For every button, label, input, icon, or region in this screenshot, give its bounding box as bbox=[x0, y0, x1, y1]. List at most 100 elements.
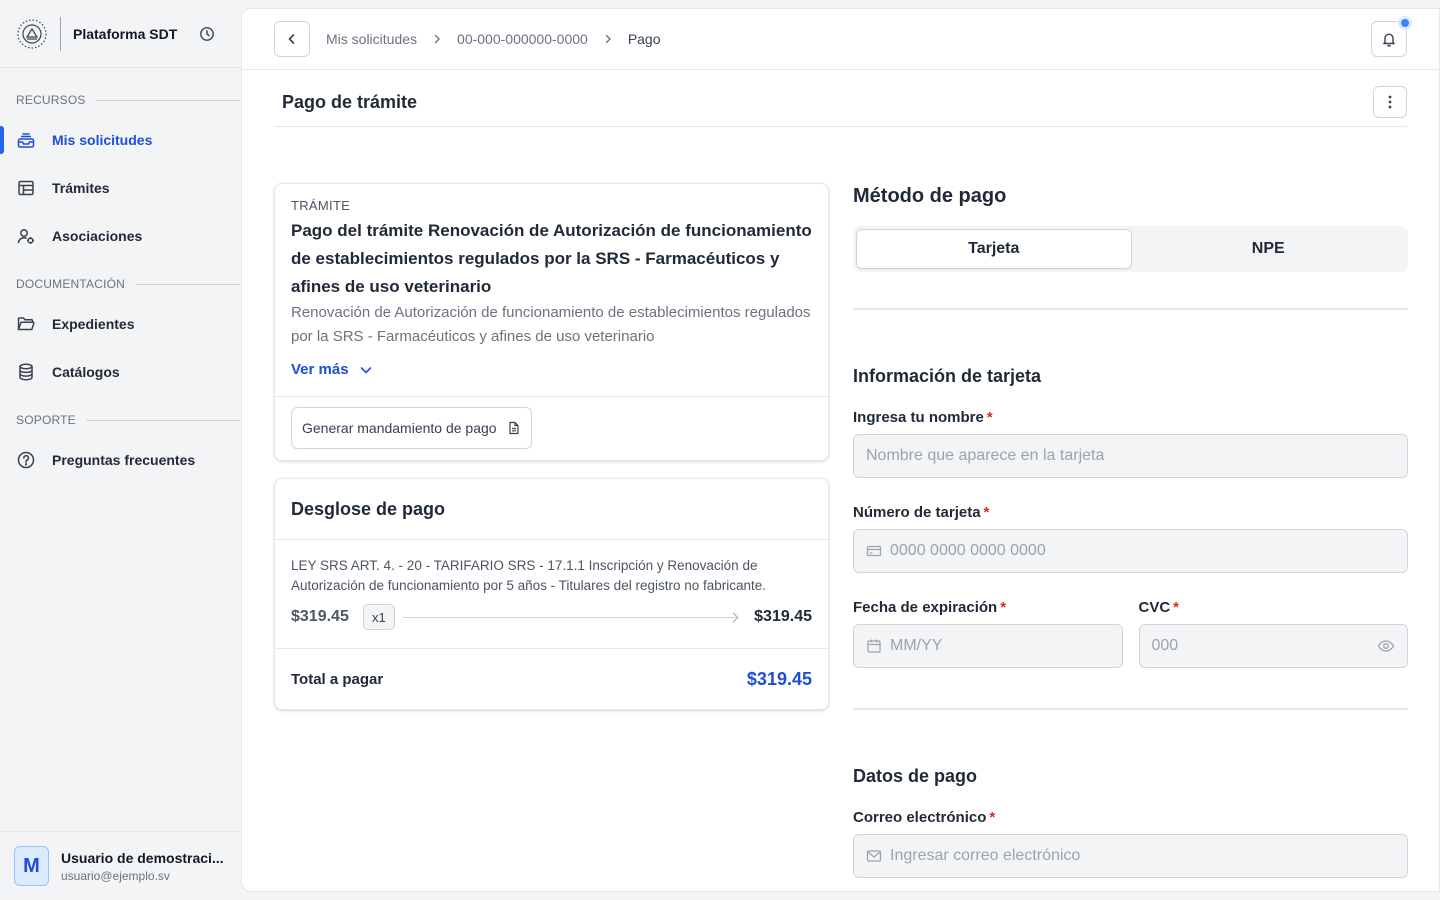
breakdown-line: LEY SRS ART. 4. - 20 - TARIFARIO SRS - 1… bbox=[275, 540, 828, 649]
cvc-label: CVC * bbox=[1138, 599, 1180, 616]
tramite-title: Pago del trámite Renovación de Autorizac… bbox=[291, 221, 812, 296]
cvc-input[interactable]: 000 bbox=[1138, 624, 1408, 668]
total-label: Total a pagar bbox=[291, 670, 384, 688]
email-input[interactable]: Ingresar correo electrónico bbox=[853, 834, 1408, 878]
chevron-down-icon bbox=[360, 366, 371, 373]
email-placeholder: Ingresar correo electrónico bbox=[890, 847, 1081, 864]
total-amount: $319.45 bbox=[746, 668, 812, 689]
expiry-label: Fecha de expiración * bbox=[853, 599, 1007, 616]
required-mark: * bbox=[1173, 599, 1180, 616]
sidebar-item-label: Expedientes bbox=[52, 316, 135, 332]
line-unit-price: $319.45 bbox=[291, 608, 349, 625]
sidebar-item-preguntas-frecuentes[interactable]: Preguntas frecuentes bbox=[0, 436, 240, 484]
inbox-stack-icon bbox=[16, 130, 36, 150]
cvc-placeholder: 000 bbox=[1151, 637, 1179, 654]
sidebar-item-label: Catálogos bbox=[52, 364, 120, 380]
divider bbox=[853, 708, 1408, 710]
table-icon bbox=[16, 178, 36, 198]
section-label-documentacion: DOCUMENTACIÓN bbox=[0, 274, 240, 294]
total-row: Total a pagar $319.45 bbox=[275, 649, 828, 709]
payment-method-card-tab[interactable]: Tarjeta bbox=[856, 229, 1132, 269]
user-email: usuario@ejemplo.sv bbox=[61, 868, 170, 883]
sidebar-item-mis-solicitudes[interactable]: Mis solicitudes bbox=[0, 116, 240, 164]
line-quantity-badge: x1 bbox=[362, 604, 395, 630]
mail-icon bbox=[866, 848, 882, 864]
card-info-title: Información de tarjeta bbox=[853, 366, 1042, 386]
card-number-label: Número de tarjeta * bbox=[853, 504, 990, 521]
breadcrumb-item-request-id[interactable]: 00-000-000000-0000 bbox=[457, 31, 588, 47]
cardholder-name-input[interactable]: Nombre que aparece en la tarjeta bbox=[853, 434, 1408, 478]
required-mark: * bbox=[989, 809, 996, 826]
tramite-description: Renovación de Autorización de funcionami… bbox=[291, 304, 811, 345]
ver-mas-label: Ver más bbox=[291, 361, 349, 378]
sidebar-item-tramites[interactable]: Trámites bbox=[0, 164, 240, 212]
line-leader bbox=[402, 616, 737, 618]
chevron-right-icon bbox=[602, 33, 614, 45]
chevron-left-icon bbox=[288, 34, 295, 44]
breadcrumb-item-mis-solicitudes[interactable]: Mis solicitudes bbox=[326, 31, 417, 47]
payment-breakdown-card: Desglose de pago LEY SRS ART. 4. - 20 - … bbox=[274, 478, 829, 710]
sidebar-item-asociaciones[interactable]: Asociaciones bbox=[0, 212, 240, 260]
eye-icon[interactable] bbox=[1377, 637, 1395, 655]
database-icon bbox=[16, 362, 36, 382]
breadcrumb-item-current: Pago bbox=[627, 31, 661, 47]
history-icon[interactable] bbox=[198, 25, 216, 43]
avatar: M bbox=[14, 846, 49, 886]
calendar-icon bbox=[866, 638, 882, 654]
divider bbox=[853, 308, 1408, 310]
section-label-recursos: RECURSOS bbox=[0, 90, 240, 110]
name-field-label: Ingresa tu nombre * bbox=[853, 409, 993, 426]
tramite-card: TRÁMITE Pago del trámite Renovación de A… bbox=[274, 183, 829, 461]
notifications-button[interactable] bbox=[1371, 16, 1412, 57]
chevron-right-icon bbox=[431, 33, 443, 45]
sidebar-item-expedientes[interactable]: Expedientes bbox=[0, 300, 240, 348]
page-title: Pago de trámite bbox=[282, 92, 418, 112]
sidebar-item-label: Preguntas frecuentes bbox=[52, 452, 196, 468]
top-bar: Mis solicitudes 00-000-000000-0000 Pago bbox=[242, 9, 1439, 70]
email-label: Correo electrónico * bbox=[853, 809, 996, 826]
more-options-button[interactable] bbox=[1373, 86, 1407, 118]
page-header: Pago de trámite bbox=[274, 86, 1407, 127]
sidebar-item-label: Trámites bbox=[52, 180, 110, 196]
payment-method-title: Método de pago bbox=[853, 185, 1007, 207]
card-number-input[interactable]: 0000 0000 0000 0000 bbox=[853, 529, 1408, 573]
user-settings-icon bbox=[16, 226, 36, 246]
payment-form: Método de pago Tarjeta NPE Información d… bbox=[853, 183, 1408, 878]
line-description: LEY SRS ART. 4. - 20 - TARIFARIO SRS - 1… bbox=[291, 558, 767, 593]
tramite-card-footer: Generar mandamiento de pago bbox=[275, 396, 828, 460]
payment-data-title: Datos de pago bbox=[853, 766, 978, 786]
brand-divider bbox=[60, 16, 61, 51]
required-mark: * bbox=[986, 409, 993, 426]
ver-mas-toggle[interactable]: Ver más bbox=[291, 361, 373, 378]
generate-payment-order-label: Generar mandamiento de pago bbox=[302, 420, 497, 436]
cardholder-name-placeholder: Nombre que aparece en la tarjeta bbox=[866, 447, 1105, 464]
breakdown-title: Desglose de pago bbox=[275, 479, 828, 540]
question-circle-icon bbox=[16, 450, 36, 470]
line-subtotal: $319.45 bbox=[754, 608, 812, 625]
card-number-placeholder: 0000 0000 0000 0000 bbox=[890, 542, 1046, 559]
notification-dot bbox=[1398, 16, 1412, 30]
expiry-input[interactable]: MM/YY bbox=[853, 624, 1123, 668]
coat-of-arms-icon bbox=[16, 18, 48, 50]
required-mark: * bbox=[983, 504, 990, 521]
document-icon bbox=[508, 421, 519, 435]
kebab-menu-icon bbox=[1388, 95, 1392, 109]
payment-method-npe-tab[interactable]: NPE bbox=[1132, 229, 1406, 269]
breadcrumb: Mis solicitudes 00-000-000000-0000 Pago bbox=[326, 31, 661, 47]
payment-method-selector: Tarjeta NPE bbox=[853, 226, 1408, 272]
user-profile[interactable]: M Usuario de demostraci... usuario@ejemp… bbox=[0, 831, 240, 900]
sidebar-item-label: Mis solicitudes bbox=[52, 132, 153, 148]
generate-payment-order-button[interactable]: Generar mandamiento de pago bbox=[291, 407, 532, 449]
main-panel: Mis solicitudes 00-000-000000-0000 Pago … bbox=[241, 8, 1440, 892]
sidebar: Plataforma SDT RECURSOS Mis solicitudes … bbox=[0, 0, 240, 900]
sidebar-item-label: Asociaciones bbox=[52, 228, 143, 244]
required-mark: * bbox=[1000, 599, 1007, 616]
section-label-soporte: SOPORTE bbox=[0, 410, 240, 430]
sidebar-item-catalogos[interactable]: Catálogos bbox=[0, 348, 240, 396]
expiry-placeholder: MM/YY bbox=[890, 637, 943, 654]
tramite-label: TRÁMITE bbox=[291, 198, 351, 213]
brand-title: Plataforma SDT bbox=[73, 25, 178, 42]
credit-card-icon bbox=[866, 543, 882, 559]
bell-icon bbox=[1383, 33, 1395, 47]
back-button[interactable] bbox=[274, 21, 310, 57]
